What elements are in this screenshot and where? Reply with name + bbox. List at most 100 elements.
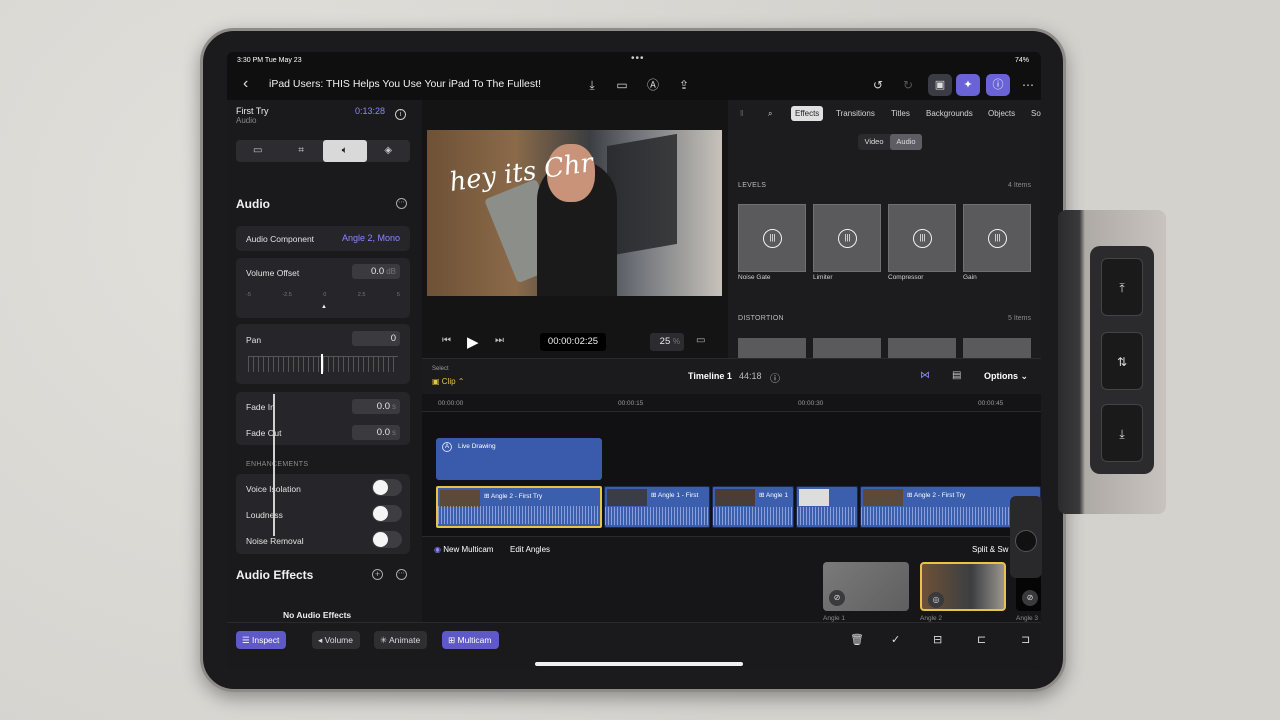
timeline-clip[interactable]: ⊞ Angle 1 <box>712 486 794 528</box>
noise-gate-tile[interactable]: ||| <box>738 204 806 272</box>
angle-1-thumbnail[interactable]: ⊘ <box>823 562 909 611</box>
live-drawing-label: Live Drawing <box>458 443 496 450</box>
audio-component-row[interactable]: Audio Component Angle 2, Mono <box>236 226 410 251</box>
tab-soundtracks[interactable]: So <box>1027 106 1041 121</box>
transport-controls: ⏮ ▶ ⏭ 00:00:02:25 25 % ▭ <box>422 328 728 358</box>
checkmark-icon[interactable]: ✓ <box>891 633 900 646</box>
inspect-button[interactable]: ☰ Inspect <box>236 631 287 649</box>
gain-tile[interactable]: ||| <box>963 204 1031 272</box>
skip-down-key-icon[interactable]: ⤓ <box>1101 404 1143 462</box>
info-icon[interactable]: i <box>395 109 406 120</box>
pan-value-field[interactable]: 0 <box>352 331 400 346</box>
more-options-icon[interactable]: ⋯ <box>1019 76 1037 94</box>
middle-key-icon[interactable]: ⇅ <box>1101 332 1143 390</box>
tab-transitions[interactable]: Transitions <box>832 106 879 121</box>
play-icon[interactable]: ▶ <box>467 333 479 351</box>
tab-objects[interactable]: Objects <box>984 106 1019 121</box>
timeline-clip[interactable] <box>796 486 858 528</box>
multitasking-dots-icon[interactable]: ••• <box>631 53 645 64</box>
volume-unit: dB <box>386 267 396 276</box>
timeline-info-icon[interactable]: ⓘ <box>770 370 780 385</box>
distortion-tile[interactable] <box>813 338 881 358</box>
camera-icon[interactable]: ▭ <box>613 76 631 94</box>
crop-tab-icon[interactable]: ⌗ <box>280 140 324 162</box>
pan-handle[interactable] <box>321 354 323 374</box>
effects-more-icon[interactable]: ⋯ <box>396 569 407 580</box>
angle-2-thumbnail[interactable]: ◎ <box>920 562 1006 611</box>
volume-button[interactable]: ◂ Volume <box>312 631 360 649</box>
volume-offset-field[interactable]: 0.0 dB <box>352 264 400 279</box>
edit-angles-button[interactable]: Edit Angles <box>510 545 550 554</box>
audio-component-value[interactable]: Angle 2, Mono <box>342 233 400 243</box>
trim-end-icon[interactable]: ⊐ <box>1021 633 1030 646</box>
distortion-tile[interactable] <box>888 338 956 358</box>
layers-tab-icon[interactable]: ◈ <box>367 140 411 162</box>
tab-titles[interactable]: Titles <box>887 106 914 121</box>
new-multicam-button[interactable]: ◉ New Multicam <box>434 545 493 554</box>
add-effect-icon[interactable]: + <box>372 569 383 580</box>
previous-frame-icon[interactable]: ⏮ <box>442 335 451 346</box>
volume-ruler[interactable]: -5 -2.5 0 2.5 5 <box>246 292 400 298</box>
skip-up-key-icon[interactable]: ⤒ <box>1101 258 1143 316</box>
split-switch-button[interactable]: Split & Sw <box>972 545 1008 554</box>
home-indicator[interactable] <box>535 662 743 666</box>
timeline-view-icon[interactable]: ▤ <box>952 370 961 381</box>
live-drawing-clip[interactable]: A Live Drawing <box>436 438 602 480</box>
noise-removal-toggle[interactable] <box>372 531 402 548</box>
voice-isolation-toggle[interactable] <box>372 479 402 496</box>
redo-icon[interactable]: ↻ <box>899 76 917 94</box>
drag-handle-icon[interactable]: ‖ <box>736 106 747 121</box>
next-frame-icon[interactable]: ⏭ <box>495 335 504 346</box>
split-clip-icon[interactable]: ⊟ <box>933 633 942 646</box>
audio-filter-button[interactable]: Audio <box>890 134 922 150</box>
status-time: 3:30 PM Tue May 23 <box>237 57 302 64</box>
undo-icon[interactable]: ↺ <box>869 76 887 94</box>
video-tab-icon[interactable]: ▭ <box>236 140 280 162</box>
export-icon[interactable]: ⤓ <box>583 76 601 94</box>
timeline-ruler[interactable]: 00:00:00 00:00:15 00:00:30 00:00:45 <box>422 394 1041 412</box>
media-browser-button[interactable]: ✦ <box>956 74 980 96</box>
inspector-toggle-button[interactable]: ⓘ <box>986 74 1010 96</box>
fade-out-field[interactable]: 0.0 s <box>352 425 400 440</box>
snapping-icon[interactable]: ⋈ <box>920 370 930 381</box>
waveform-icon: ||| <box>838 229 857 248</box>
timeline-clip[interactable]: ⊞ Angle 1 - First <box>604 486 710 528</box>
audio-tab-icon[interactable]: 🔈︎ <box>323 140 367 162</box>
pan-slider[interactable] <box>248 356 398 372</box>
clip-thumbnail <box>715 489 755 506</box>
fullscreen-icon[interactable]: ▭ <box>696 335 705 346</box>
options-button[interactable]: Options ⌄ <box>984 371 1028 382</box>
gain-label: Gain <box>963 274 977 281</box>
back-chevron-icon[interactable]: ‹ <box>243 75 248 93</box>
multicam-button[interactable]: ⊞ Multicam <box>442 631 499 649</box>
loudness-toggle[interactable] <box>372 505 402 522</box>
compressor-tile[interactable]: ||| <box>888 204 956 272</box>
timeline-clip[interactable]: ⊞ Angle 2 - First Try <box>436 486 602 528</box>
playhead-timecode[interactable]: 00:00:02:25 <box>540 333 606 351</box>
selection-mode[interactable]: ▣ Clip ⌃ <box>432 377 465 386</box>
fade-in-field[interactable]: 0.0 s <box>352 399 400 414</box>
video-filter-button[interactable]: Video <box>858 134 890 150</box>
distortion-tile[interactable] <box>963 338 1031 358</box>
ruler-label: -2.5 <box>282 292 292 298</box>
trash-icon[interactable]: 🗑︎ <box>850 633 864 646</box>
trim-start-icon[interactable]: ⊏ <box>977 633 986 646</box>
jog-wheel[interactable] <box>1010 496 1042 578</box>
share-icon[interactable]: ⇪ <box>675 76 693 94</box>
ruler-tick-label: 00:00:15 <box>618 400 644 407</box>
search-icon[interactable]: ⌕ <box>764 106 776 121</box>
tab-backgrounds[interactable]: Backgrounds <box>922 106 977 121</box>
muted-icon: ⊘ <box>829 590 845 606</box>
tab-effects[interactable]: Effects <box>791 106 824 121</box>
photos-browser-button[interactable]: ▣ <box>928 74 952 96</box>
voiceover-icon[interactable]: Ⓐ <box>644 76 662 94</box>
distortion-tile[interactable] <box>738 338 806 358</box>
video-preview[interactable]: hey its Chr <box>427 130 722 296</box>
audio-section-title: Audio <box>236 197 270 211</box>
limiter-tile[interactable]: ||| <box>813 204 881 272</box>
clip-title: Angle 1 - First <box>657 492 699 499</box>
audio-more-icon[interactable]: ⋯ <box>396 198 407 209</box>
zoom-field[interactable]: 25 % <box>650 333 684 351</box>
playhead[interactable] <box>273 394 275 536</box>
animate-button[interactable]: ✳ Animate <box>374 631 428 649</box>
